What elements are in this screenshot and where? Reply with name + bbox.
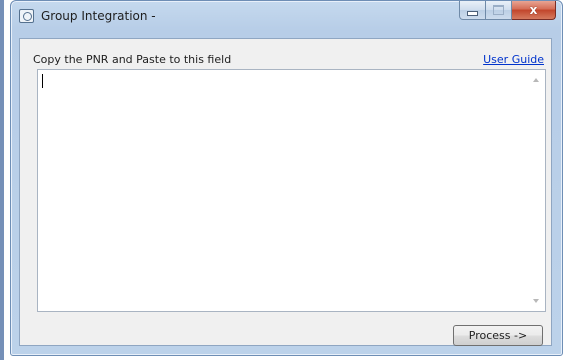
title-bar[interactable]: Group Integration - x [11,1,562,31]
minimize-button[interactable] [459,1,486,20]
vertical-scrollbar[interactable] [529,70,545,311]
pnr-input[interactable] [37,69,546,312]
chevron-down-icon[interactable] [533,299,539,303]
process-button[interactable]: Process -> [453,325,543,346]
chevron-up-icon[interactable] [533,78,539,82]
background-strip [0,0,4,360]
client-area: Copy the PNR and Paste to this field Use… [19,38,552,346]
close-icon: x [529,3,538,17]
minimize-icon [467,10,478,16]
window-title: Group Integration - [41,9,156,23]
app-icon[interactable] [19,9,34,23]
maximize-icon [493,5,504,15]
user-guide-link[interactable]: User Guide [483,53,544,66]
group-integration-window: Group Integration - x Copy the PNR and P… [10,0,563,356]
instruction-label: Copy the PNR and Paste to this field [33,53,232,66]
text-caret [42,74,43,88]
close-button[interactable]: x [512,1,556,20]
maximize-button [486,1,512,20]
caption-buttons: x [459,1,556,21]
